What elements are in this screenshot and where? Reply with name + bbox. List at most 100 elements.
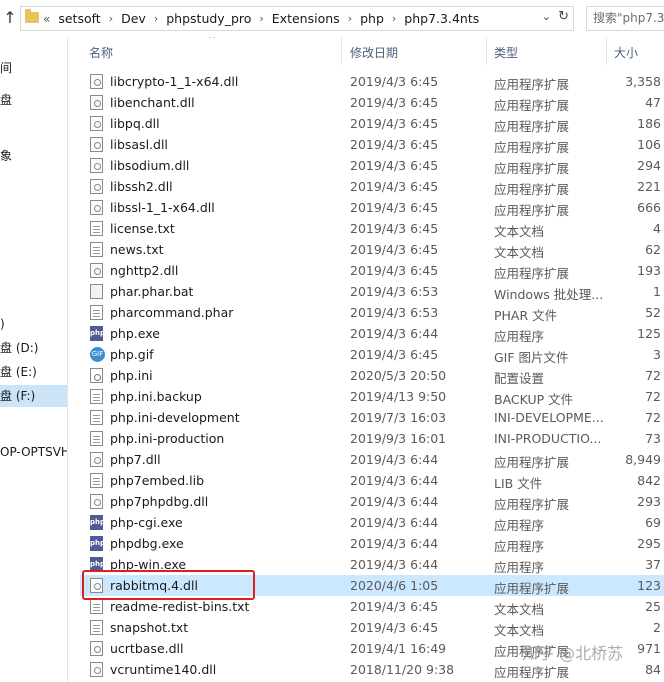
file-type: Windows 批处理... <box>494 287 604 302</box>
file-name: php-cgi.exe <box>110 515 183 530</box>
column-header-date[interactable]: 修改日期 <box>350 44 398 61</box>
column-header-name[interactable]: 名称 <box>89 44 113 61</box>
address-dropdown-icon[interactable]: ⌄ <box>542 10 551 23</box>
file-size: 47 <box>645 95 661 110</box>
file-row[interactable]: php7phpdbg.dll 2019/4/3 6:44 应用程序扩展 293 <box>80 491 664 512</box>
breadcrumb-separator-icon[interactable]: › <box>392 12 396 25</box>
file-date: 2019/4/3 6:44 <box>350 326 439 341</box>
file-row[interactable]: php7.dll 2019/4/3 6:44 应用程序扩展 8,949 <box>80 449 664 470</box>
refresh-icon[interactable]: ↻ <box>558 9 569 24</box>
address-toolbar: ↑ « setsoft › Dev › phpstudy_pro › Extensions ›… <box>0 0 664 37</box>
file-row[interactable]: php php.exe 2019/4/3 6:44 应用程序 125 <box>80 323 664 344</box>
breadcrumb: « setsoft › Dev › phpstudy_pro › Extensions › ph… <box>43 7 479 30</box>
file-row[interactable]: snapshot.txt 2019/4/3 6:45 文本文档 2 <box>80 617 664 638</box>
file-name: libenchant.dll <box>110 95 195 110</box>
file-date: 2020/4/6 1:05 <box>350 578 439 593</box>
breadcrumb-separator-icon[interactable]: › <box>154 12 158 25</box>
address-bar[interactable]: « setsoft › Dev › phpstudy_pro › Extensions › ph… <box>20 6 574 31</box>
nav-item[interactable]: 间 <box>0 57 67 79</box>
file-date: 2019/4/3 6:45 <box>350 221 439 236</box>
file-type: 应用程序扩展 <box>494 98 570 113</box>
dll-file-icon <box>90 200 103 215</box>
file-row[interactable]: libcrypto-1_1-x64.dll 2019/4/3 6:45 应用程序扩展… <box>80 71 664 92</box>
nav-item[interactable]: 盘 (E:) <box>0 361 67 383</box>
column-header-size[interactable]: 大小 <box>614 44 638 61</box>
file-row[interactable]: php7embed.lib 2019/4/3 6:44 LIB 文件 842 <box>80 470 664 491</box>
file-name: ucrtbase.dll <box>110 641 184 656</box>
dll-file-icon <box>90 263 103 278</box>
breadcrumb-item[interactable]: php7.3.4nts <box>404 11 479 26</box>
breadcrumb-separator-icon[interactable]: › <box>109 12 113 25</box>
breadcrumb-separator-icon[interactable]: › <box>348 12 352 25</box>
file-row[interactable]: GIF php.gif 2019/4/3 6:45 GIF 图片文件 3 <box>80 344 664 365</box>
breadcrumb-item[interactable]: php <box>360 11 384 26</box>
file-type: 文本文档 <box>494 623 545 638</box>
file-name: libssl-1_1-x64.dll <box>110 200 215 215</box>
column-divider[interactable] <box>486 37 487 65</box>
file-row[interactable]: php php-cgi.exe 2019/4/3 6:44 应用程序 69 <box>80 512 664 533</box>
file-row[interactable]: libsodium.dll 2019/4/3 6:45 应用程序扩展 294 <box>80 155 664 176</box>
file-row[interactable]: libsasl.dll 2019/4/3 6:45 应用程序扩展 106 <box>80 134 664 155</box>
column-header-type[interactable]: 类型 <box>494 44 518 61</box>
file-type: 应用程序扩展 <box>494 119 570 134</box>
file-row[interactable]: libssh2.dll 2019/4/3 6:45 应用程序扩展 221 <box>80 176 664 197</box>
file-name: pharcommand.phar <box>110 305 234 320</box>
up-arrow-icon[interactable]: ↑ <box>2 9 18 27</box>
breadcrumb-item[interactable]: phpstudy_pro <box>166 11 251 26</box>
file-row[interactable]: news.txt 2019/4/3 6:45 文本文档 62 <box>80 239 664 260</box>
file-name: php7embed.lib <box>110 473 205 488</box>
file-row[interactable]: libssl-1_1-x64.dll 2019/4/3 6:45 应用程序扩展 666 <box>80 197 664 218</box>
file-size: 4 <box>653 221 661 236</box>
nav-item[interactable]: 盘 (D:) <box>0 337 67 359</box>
file-row[interactable]: php.ini-production 2019/9/3 16:01 INI-PROD… <box>80 428 664 449</box>
file-name: php.ini.backup <box>110 389 202 404</box>
file-date: 2018/11/20 9:38 <box>350 662 455 677</box>
file-type: PHAR 文件 <box>494 308 558 323</box>
file-name: libcrypto-1_1-x64.dll <box>110 74 239 89</box>
file-row[interactable]: libpq.dll 2019/4/3 6:45 应用程序扩展 186 <box>80 113 664 134</box>
nav-item[interactable]: OP-OPTSVHD <box>0 441 67 463</box>
file-date: 2019/4/3 6:44 <box>350 494 439 509</box>
breadcrumb-item[interactable]: Dev <box>121 11 146 26</box>
nav-item[interactable]: 象 <box>0 145 67 167</box>
overflow-chevron-icon[interactable]: « <box>43 12 50 26</box>
cfg-file-icon <box>90 368 103 383</box>
file-row[interactable]: nghttp2.dll 2019/4/3 6:45 应用程序扩展 193 <box>80 260 664 281</box>
column-divider[interactable] <box>341 37 342 65</box>
file-size: 69 <box>645 515 661 530</box>
file-type: 应用程序扩展 <box>494 581 570 596</box>
breadcrumb-item[interactable]: Extensions <box>272 11 340 26</box>
file-row[interactable]: php phpdbg.exe 2019/4/3 6:44 应用程序 295 <box>80 533 664 554</box>
file-row[interactable]: license.txt 2019/4/3 6:45 文本文档 4 <box>80 218 664 239</box>
php-file-icon: php <box>90 515 105 530</box>
file-size: 73 <box>645 431 661 446</box>
txt-file-icon <box>90 431 103 446</box>
file-type: INI-DEVELOPME... <box>494 410 604 425</box>
file-row[interactable]: php.ini 2020/5/3 20:50 配置设置 72 <box>80 365 664 386</box>
file-size: 294 <box>637 158 661 173</box>
file-size: 25 <box>645 599 661 614</box>
file-date: 2019/4/3 6:44 <box>350 557 439 572</box>
file-row[interactable]: pharcommand.phar 2019/4/3 6:53 PHAR 文件 52 <box>80 302 664 323</box>
file-row[interactable]: libenchant.dll 2019/4/3 6:45 应用程序扩展 47 <box>80 92 664 113</box>
nav-item[interactable]: 盘 <box>0 89 67 111</box>
file-row[interactable]: phar.phar.bat 2019/4/3 6:53 Windows 批处理...… <box>80 281 664 302</box>
file-type: 文本文档 <box>494 245 545 260</box>
column-divider[interactable] <box>606 37 607 65</box>
breadcrumb-item[interactable]: setsoft <box>58 11 100 26</box>
nav-item[interactable]: 盘 (F:) <box>0 385 67 407</box>
breadcrumb-separator-icon[interactable]: › <box>259 12 263 25</box>
file-date: 2019/4/3 6:45 <box>350 263 439 278</box>
file-size: 293 <box>637 494 661 509</box>
txt-file-icon <box>90 389 103 404</box>
dll-file-icon <box>90 494 103 509</box>
file-date: 2019/4/13 9:50 <box>350 389 447 404</box>
file-date: 2019/4/3 6:44 <box>350 452 439 467</box>
file-row[interactable]: php.ini-development 2019/7/3 16:03 INI-DEV… <box>80 407 664 428</box>
file-size: 3,358 <box>625 74 661 89</box>
bat-file-icon <box>90 284 103 299</box>
file-name: php.gif <box>110 347 154 362</box>
nav-item[interactable]: ) <box>0 313 67 335</box>
file-row[interactable]: php.ini.backup 2019/4/13 9:50 BACKUP 文件 72 <box>80 386 664 407</box>
search-input[interactable]: 搜索"php7.3 <box>586 6 664 31</box>
